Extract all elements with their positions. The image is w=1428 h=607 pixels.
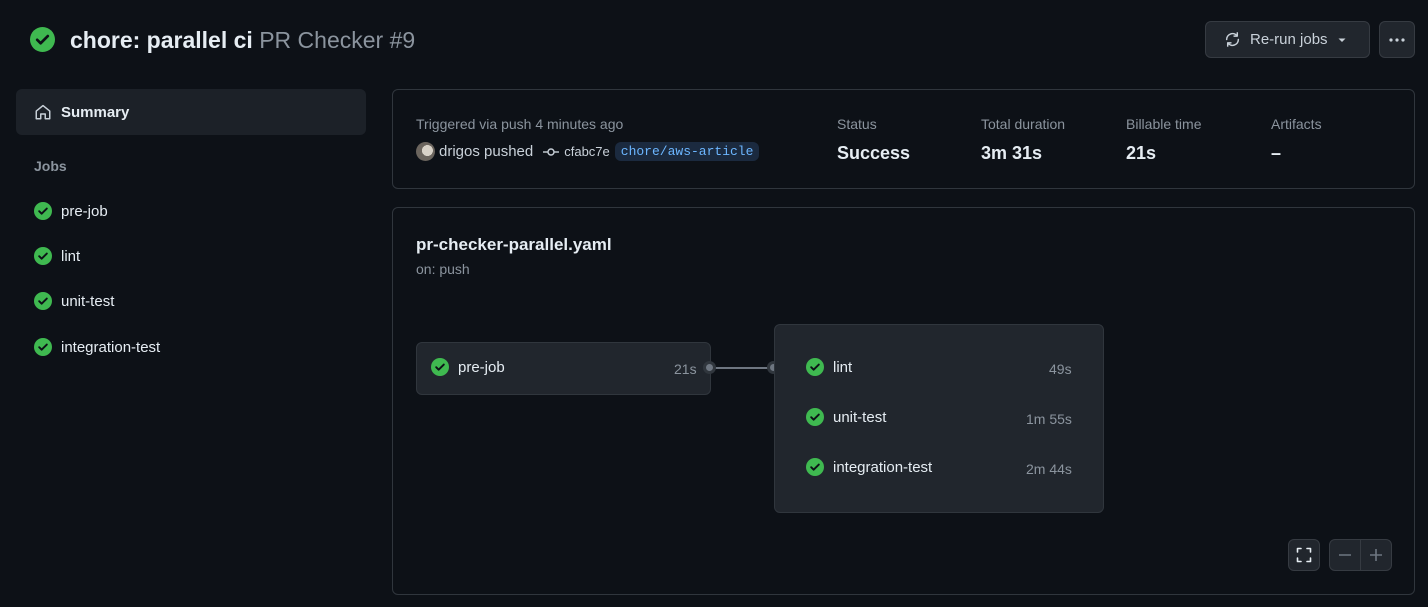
status-label: Status — [837, 116, 877, 132]
artifacts-value: – — [1271, 143, 1282, 163]
success-check-icon — [30, 27, 55, 52]
trigger-text: Triggered via push 4 minutes ago — [416, 116, 624, 132]
job-label: pre-job — [458, 358, 505, 376]
jobs-heading: Jobs — [34, 158, 67, 174]
kebab-horizontal-icon — [1389, 37, 1405, 42]
workflow-trigger: on: push — [416, 261, 470, 277]
sidebar-item-label: unit-test — [61, 292, 115, 310]
pusher-link[interactable]: drigos pushed — [439, 143, 533, 160]
zoom-out-button[interactable] — [1330, 540, 1360, 570]
job-label: lint — [833, 358, 853, 376]
job-duration: 49s — [1049, 361, 1072, 377]
zoom-controls — [1329, 539, 1392, 571]
sidebar-item-unit-test[interactable]: unit-test — [34, 288, 354, 314]
graph-job-integration-test[interactable]: integration-test — [806, 458, 932, 476]
duration-value[interactable]: 3m 31s — [981, 143, 1042, 164]
sidebar-item-label: pre-job — [61, 202, 108, 220]
job-duration: 1m 55s — [1026, 411, 1072, 427]
success-check-icon — [34, 338, 52, 356]
sidebar-item-summary[interactable]: Summary — [16, 89, 366, 135]
connector-dot — [703, 361, 716, 374]
sync-icon — [1225, 32, 1240, 47]
rerun-jobs-label: Re-run jobs — [1250, 31, 1328, 48]
sidebar-item-integration-test[interactable]: integration-test — [34, 334, 354, 360]
success-check-icon — [34, 202, 52, 220]
sidebar-item-label: Summary — [61, 103, 130, 121]
job-duration: 2m 44s — [1026, 461, 1072, 477]
workflow-run-name: PR Checker #9 — [259, 27, 416, 53]
billable-label: Billable time — [1126, 116, 1202, 132]
page-title: chore: parallel ci PR Checker #9 — [70, 26, 415, 54]
run-title: chore: parallel ci — [70, 27, 253, 53]
graph-connector — [712, 367, 774, 369]
sidebar-item-pre-job[interactable]: pre-job — [34, 198, 354, 224]
more-options-button[interactable] — [1379, 21, 1415, 58]
sidebar-item-lint[interactable]: lint — [34, 243, 354, 269]
success-check-icon — [431, 358, 449, 376]
success-check-icon — [806, 458, 824, 476]
success-check-icon — [34, 247, 52, 265]
billable-value: 21s — [1126, 143, 1157, 163]
success-check-icon — [34, 292, 52, 310]
minus-icon — [1339, 554, 1351, 556]
home-icon — [35, 104, 51, 120]
avatar[interactable] — [416, 142, 435, 161]
graph-job-pre-job[interactable]: pre-job — [431, 358, 505, 376]
commit-sha-link[interactable]: cfabc7e — [564, 144, 610, 159]
run-summary-card — [392, 89, 1415, 189]
sidebar-item-label: lint — [61, 247, 81, 265]
workflow-file-name[interactable]: pr-checker-parallel.yaml — [416, 235, 612, 255]
branch-badge[interactable]: chore/aws-article — [614, 142, 760, 161]
status-value: Success — [837, 143, 911, 163]
commit-info: drigos pushed cfabc7e chore/aws-article — [416, 142, 760, 161]
plus-icon — [1369, 549, 1382, 561]
success-check-icon — [806, 358, 824, 376]
fullscreen-icon — [1296, 547, 1312, 563]
job-label: unit-test — [833, 408, 887, 426]
graph-job-lint[interactable]: lint — [806, 358, 852, 376]
chevron-down-icon — [1338, 38, 1346, 42]
sidebar-item-label: integration-test — [61, 338, 161, 356]
graph-job-unit-test[interactable]: unit-test — [806, 408, 886, 426]
git-commit-icon — [543, 147, 560, 156]
rerun-jobs-button[interactable]: Re-run jobs — [1205, 21, 1370, 58]
job-label: integration-test — [833, 458, 933, 476]
artifacts-label: Artifacts — [1271, 116, 1322, 132]
fit-to-screen-button[interactable] — [1288, 539, 1320, 571]
zoom-in-button[interactable] — [1361, 540, 1391, 570]
duration-label: Total duration — [981, 116, 1066, 132]
success-check-icon — [806, 408, 824, 426]
job-duration: 21s — [674, 361, 697, 377]
